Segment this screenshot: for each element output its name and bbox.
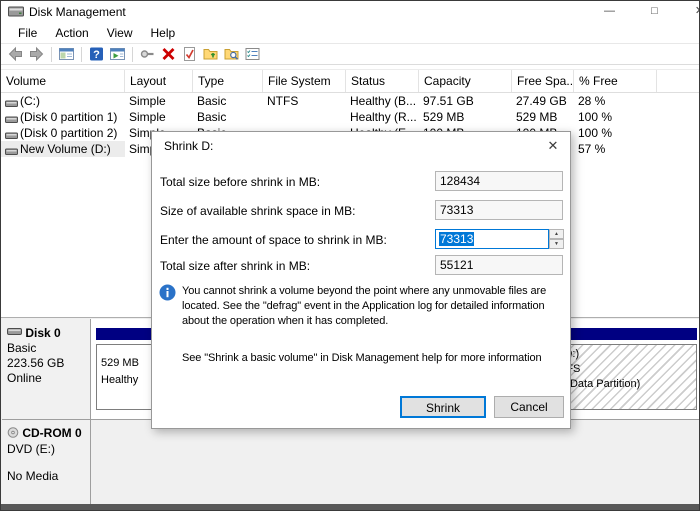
partition1-status: Healthy [101,374,138,386]
cell-type: Basic [197,110,261,124]
disk0-size: 223.56 GB [7,356,90,371]
menu-view[interactable]: View [98,26,142,40]
cell-volume: (Disk 0 partition 2) [20,126,124,140]
cell-status: Healthy (B... [350,94,419,108]
search-wand-icon[interactable] [137,45,158,63]
disk-icon [7,325,22,339]
forward-icon[interactable] [26,45,47,63]
cdrom-name: CD-ROM 0 [22,426,81,440]
volume-table-header: Volume Layout Type File System Status Ca… [1,69,699,93]
close-icon[interactable]: ✕ [677,1,700,23]
explore-folder-icon[interactable] [221,45,242,63]
maximize-icon[interactable]: □ [632,1,677,23]
table-row[interactable]: (Disk 0 partition 1) Simple Basic Health… [1,109,699,125]
disk0-status: Online [7,371,90,386]
column-header-capacity[interactable]: Capacity [419,70,512,92]
cell-percent-free: 28 % [578,94,655,108]
column-header-status[interactable]: Status [346,70,419,92]
toolbar: ? [1,44,699,65]
toolbar-separator [81,47,82,62]
properties-list-icon[interactable] [242,45,263,63]
menu-action[interactable]: Action [46,26,97,40]
shrink-dialog: Shrink D: ✕ Total size before shrink in … [151,131,571,429]
dialog-help-text: See "Shrink a basic volume" in Disk Mana… [182,352,564,364]
cdrom-icon [7,427,19,441]
spin-up-icon[interactable]: ▲ [549,229,564,239]
svg-text:?: ? [93,49,100,61]
column-header-file-system[interactable]: File System [263,70,346,92]
help-icon[interactable]: ? [86,45,107,63]
field-label-available-space: Size of available shrink space in MB: [160,204,355,218]
column-header-free-space[interactable]: Free Spa... [512,70,574,92]
menu-bar: File Action View Help [1,23,699,44]
shrink-amount-stepper: ▲ ▼ [549,229,564,249]
cell-status: Healthy (R... [350,110,419,124]
field-value-available-space: 73313 [435,200,563,220]
drive-icon [5,145,18,159]
cancel-button[interactable]: Cancel [494,396,564,418]
check-document-icon[interactable] [179,45,200,63]
cell-volume: (Disk 0 partition 1) [20,110,124,124]
selected-input-text: 73313 [439,232,474,246]
partition1-size: 529 MB [101,357,139,369]
cell-layout: Simple [129,94,191,108]
column-header-layout[interactable]: Layout [125,70,193,92]
column-header-percent-free[interactable]: % Free [574,70,657,92]
back-icon[interactable] [5,45,26,63]
cell-free-space: 27.49 GB [516,94,572,108]
cell-type: Basic [197,94,261,108]
cdrom-drive: DVD (E:) [7,442,90,457]
dialog-title: Shrink D: [164,139,213,153]
cell-volume: (C:) [20,94,124,108]
column-header-type[interactable]: Type [193,70,263,92]
cell-file-system: NTFS [267,94,344,108]
cdrom-media: No Media [7,469,90,484]
show-action-pane-icon[interactable] [107,45,128,63]
minimize-icon[interactable]: — [587,1,632,23]
cell-capacity: 97.51 GB [423,94,510,108]
cell-capacity: 529 MB [423,110,510,124]
cell-layout: Simple [129,110,191,124]
disk-management-window: Disk Management — □ ✕ File Action View H… [0,0,700,511]
menu-help[interactable]: Help [142,26,185,40]
info-icon [159,284,176,304]
delete-volume-icon[interactable] [158,45,179,63]
dialog-close-icon[interactable]: ✕ [543,136,563,156]
dialog-info-text: You cannot shrink a volume beyond the po… [182,284,564,329]
field-value-total-after: 55121 [435,255,563,275]
show-console-tree-icon[interactable] [56,45,77,63]
window-bottom-frame [1,504,699,510]
disk0-type: Basic [7,341,90,356]
column-header-filler [657,70,700,92]
disk0-name: Disk 0 [25,326,60,340]
field-label-total-after: Total size after shrink in MB: [160,259,310,273]
cell-volume: New Volume (D:) [20,142,124,156]
cdrom-label-panel[interactable]: CD-ROM 0 DVD (E:) No Media [2,420,91,505]
table-row[interactable]: (C:) Simple Basic NTFS Healthy (B... 97.… [1,93,699,109]
field-value-total-before: 128434 [435,171,563,191]
menu-file[interactable]: File [9,26,46,40]
window-title: Disk Management [29,5,126,19]
cell-free-space: 529 MB [516,110,572,124]
field-label-total-before: Total size before shrink in MB: [160,175,320,189]
open-folder-icon[interactable] [200,45,221,63]
cell-percent-free: 100 % [578,126,655,140]
column-header-volume[interactable]: Volume [1,70,125,92]
toolbar-separator [51,47,52,62]
shrink-amount-input[interactable]: 73313 [435,229,549,249]
shrink-button[interactable]: Shrink [400,396,486,418]
disk0-label-panel[interactable]: Disk 0 Basic 223.56 GB Online [2,319,91,419]
spin-down-icon[interactable]: ▼ [549,239,564,249]
toolbar-separator [132,47,133,62]
cell-percent-free: 57 % [578,142,655,156]
title-bar: Disk Management — □ ✕ [1,1,699,23]
field-label-shrink-amount: Enter the amount of space to shrink in M… [160,233,387,247]
cell-percent-free: 100 % [578,110,655,124]
app-icon [8,6,24,21]
